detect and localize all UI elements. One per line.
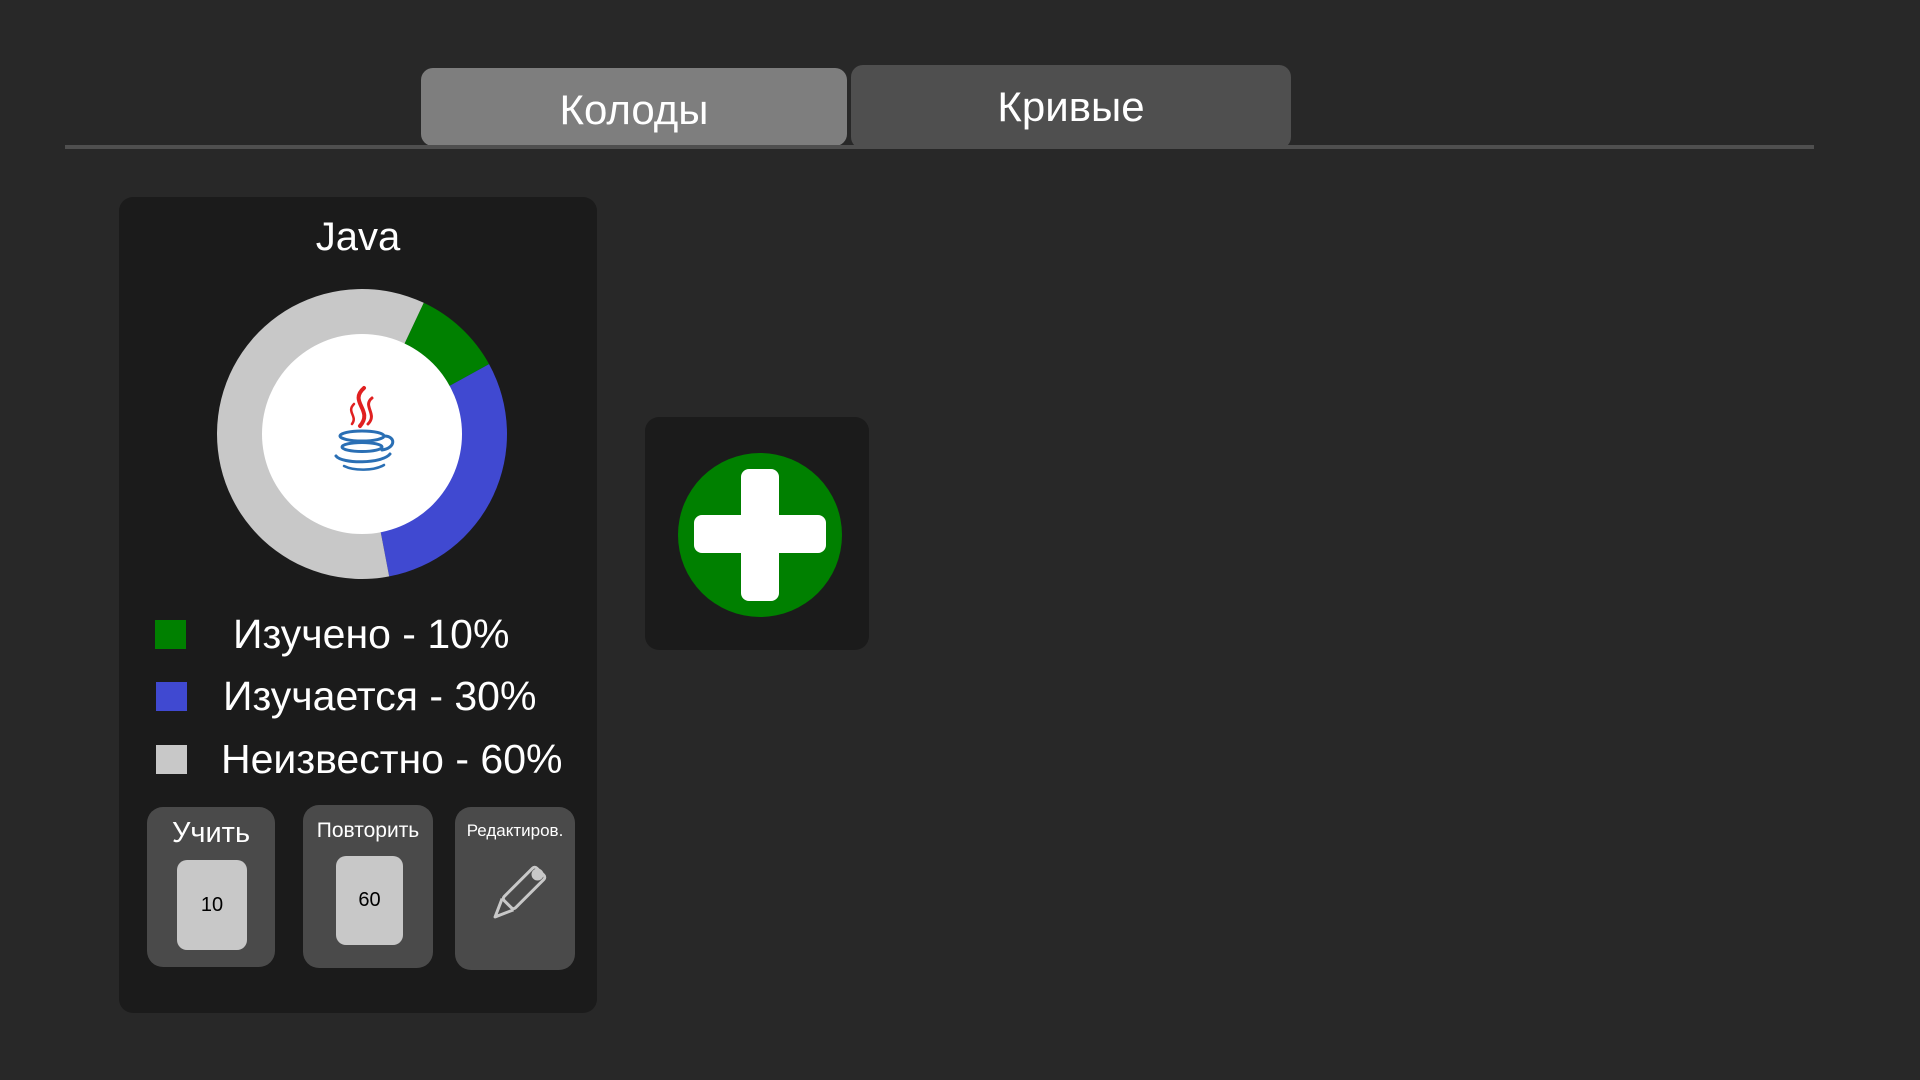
app-window: Колоды Кривые Java Изучено - 10% Изучает… [0,0,1920,1080]
legend-text-unknown: Неизвестно - 60% [221,735,563,782]
tab-divider [65,145,1814,149]
review-button-label: Повторить [316,819,420,842]
learn-count: 10 [177,860,247,950]
pencil-icon [493,865,547,919]
plus-icon [678,453,842,617]
deck-title: Java [315,215,401,259]
tab-decks-label: Колоды [559,86,709,133]
learn-button[interactable]: Учить 10 [147,807,275,967]
tab-decks[interactable]: Колоды [421,68,847,146]
legend-item-learning: Изучается - 30% [154,673,536,719]
deck-card[interactable]: Java Изучено - 10% Изучается - 30% Неизв… [119,197,597,1013]
add-deck-button[interactable] [645,417,869,650]
edit-button[interactable]: Редактиров. [455,807,575,970]
tab-curves-label: Кривые [997,83,1145,130]
legend-text-learning: Изучается - 30% [223,672,537,719]
tab-curves[interactable]: Кривые [851,65,1291,149]
legend-swatch-learned [155,619,186,649]
review-button[interactable]: Повторить 60 [303,805,433,968]
legend-item-unknown: Неизвестно - 60% [154,736,562,782]
legend-swatch-unknown [156,744,187,774]
legend-text-learned: Изучено - 10% [233,610,510,657]
deck-progress-donut [217,289,507,579]
legend-item-learned: Изучено - 10% [154,611,509,657]
review-count: 60 [336,856,403,945]
learn-button-label: Учить [171,817,251,849]
donut-center [262,334,462,534]
edit-button-label: Редактиров. [466,821,564,840]
legend-swatch-learning [156,681,187,711]
